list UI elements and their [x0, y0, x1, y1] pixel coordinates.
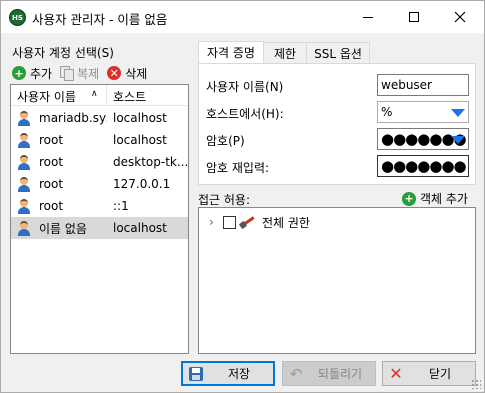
- plus-icon: +: [12, 66, 26, 80]
- credentials-panel: 사용자 이름(N) webuser 호스트에서(H): % 암호(P) ●●●●…: [198, 63, 476, 185]
- revert-button[interactable]: ↶ 되돌리기: [282, 361, 376, 386]
- add-object-button[interactable]: + 객체 추가: [402, 190, 468, 207]
- privileges-tree[interactable]: › 전체 권한: [198, 207, 476, 354]
- save-button[interactable]: 저장: [181, 361, 275, 386]
- user-name: root: [39, 177, 64, 191]
- user-host: localhost: [113, 111, 167, 125]
- user-host: 127.0.0.1: [113, 177, 171, 191]
- user-name: 이름 없음: [39, 221, 87, 236]
- tab-ssl-label: SSL 옵션: [314, 46, 362, 61]
- user-row[interactable]: root localhost: [11, 129, 188, 151]
- user-host: desktop-tk...: [113, 155, 188, 169]
- tree-item-all-privileges[interactable]: › 전체 권한: [209, 213, 310, 231]
- user-icon: [16, 176, 32, 192]
- user-list[interactable]: 사용자 이름 ∧ 호스트 mariadb.sys localhost root …: [10, 84, 189, 354]
- delete-icon: ✕: [107, 66, 122, 80]
- close-x-icon: ✕: [389, 363, 403, 383]
- host-value: %: [381, 105, 393, 119]
- close-icon: [454, 11, 466, 23]
- sort-ascending-icon: ∧: [91, 89, 98, 99]
- user-row[interactable]: root ::1: [11, 195, 188, 217]
- username-value: webuser: [381, 78, 432, 92]
- expand-icon[interactable]: ›: [209, 215, 217, 229]
- tab-limits[interactable]: 제한: [263, 42, 307, 63]
- add-object-label: 객체 추가: [420, 192, 468, 206]
- user-icon: [16, 154, 32, 170]
- username-label: 사용자 이름(N): [206, 80, 284, 94]
- user-name: mariadb.sys: [39, 111, 107, 125]
- close-window-button[interactable]: [437, 1, 483, 33]
- close-button[interactable]: ✕ 닫기: [382, 361, 476, 386]
- minimize-icon: [363, 16, 373, 18]
- minimize-button[interactable]: [345, 1, 391, 33]
- delete-user-label: 삭제: [125, 66, 148, 81]
- host-select[interactable]: %: [377, 101, 469, 123]
- password-label: 암호(P): [206, 134, 245, 148]
- column-host-label: 호스트: [113, 90, 147, 104]
- resize-grip-icon[interactable]: [471, 379, 481, 389]
- user-cell: root: [11, 198, 107, 214]
- privilege-knife-icon: [238, 215, 257, 230]
- user-row[interactable]: root 127.0.0.1: [11, 173, 188, 195]
- tab-credentials-label: 자격 증명: [207, 46, 255, 60]
- copy-user-button[interactable]: 복제: [60, 65, 99, 82]
- confirm-password-value: ●●●●●●●: [381, 156, 467, 175]
- column-header-host[interactable]: 호스트: [107, 85, 146, 105]
- password-input[interactable]: ●●●●●●●: [377, 128, 469, 150]
- user-host: localhost: [113, 133, 167, 147]
- close-label: 닫기: [428, 367, 452, 381]
- tab-limits-label: 제한: [273, 46, 297, 61]
- chevron-down-icon: [451, 109, 465, 117]
- username-input[interactable]: webuser: [377, 74, 469, 96]
- title-bar: HS 사용자 관리자 - 이름 없음: [1, 1, 484, 33]
- user-row[interactable]: root desktop-tk...: [11, 151, 188, 173]
- maximize-icon: [409, 12, 419, 22]
- app-icon: HS: [9, 9, 26, 26]
- user-cell: root: [11, 176, 107, 192]
- confirm-password-input[interactable]: ●●●●●●●: [377, 155, 469, 177]
- user-icon: [16, 110, 32, 126]
- copy-icon: [60, 66, 75, 81]
- copy-user-label: 복제: [77, 66, 100, 81]
- user-name: root: [39, 155, 64, 169]
- user-cell: root: [11, 132, 107, 148]
- tab-ssl-options[interactable]: SSL 옵션: [306, 42, 370, 63]
- user-host: localhost: [113, 221, 167, 235]
- user-cell: mariadb.sys: [11, 110, 107, 126]
- add-user-button[interactable]: + 추가: [12, 65, 52, 82]
- revert-label: 되돌리기: [317, 367, 363, 381]
- access-label: 접근 허용:: [198, 193, 251, 207]
- list-header: 사용자 이름 ∧ 호스트: [11, 85, 188, 106]
- user-host: ::1: [113, 199, 129, 213]
- delete-user-button[interactable]: ✕ 삭제: [107, 65, 147, 82]
- save-label: 저장: [227, 367, 251, 381]
- tab-credentials[interactable]: 자격 증명: [198, 41, 264, 63]
- account-toolbar: + 추가 복제 ✕ 삭제: [12, 64, 155, 82]
- plus-icon: +: [402, 191, 416, 206]
- undo-icon: ↶: [289, 364, 303, 383]
- user-row-selected[interactable]: 이름 없음 localhost: [11, 217, 188, 239]
- user-icon: [16, 198, 32, 214]
- user-icon: [16, 132, 32, 148]
- column-header-username[interactable]: 사용자 이름 ∧: [11, 85, 107, 105]
- maximize-button[interactable]: [391, 1, 437, 33]
- chevron-down-icon: [451, 136, 465, 144]
- all-privileges-label: 전체 권한: [262, 215, 310, 230]
- user-cell: 이름 없음: [11, 220, 107, 237]
- user-cell: root: [11, 154, 107, 170]
- confirm-password-label: 암호 재입력:: [206, 161, 270, 175]
- host-label: 호스트에서(H):: [206, 107, 284, 121]
- add-user-label: 추가: [30, 66, 53, 81]
- select-account-label: 사용자 계정 선택(S): [12, 46, 114, 60]
- window-title: 사용자 관리자 - 이름 없음: [32, 12, 168, 27]
- user-name: root: [39, 133, 64, 147]
- user-row[interactable]: mariadb.sys localhost: [11, 107, 188, 129]
- column-username-label: 사용자 이름: [17, 90, 77, 104]
- all-privileges-checkbox[interactable]: [223, 215, 236, 229]
- user-icon: [16, 220, 32, 236]
- user-manager-window: HS 사용자 관리자 - 이름 없음 사용자 계정 선택(S) + 추가 복제 …: [0, 0, 485, 393]
- save-icon: [187, 365, 205, 383]
- user-name: root: [39, 199, 64, 213]
